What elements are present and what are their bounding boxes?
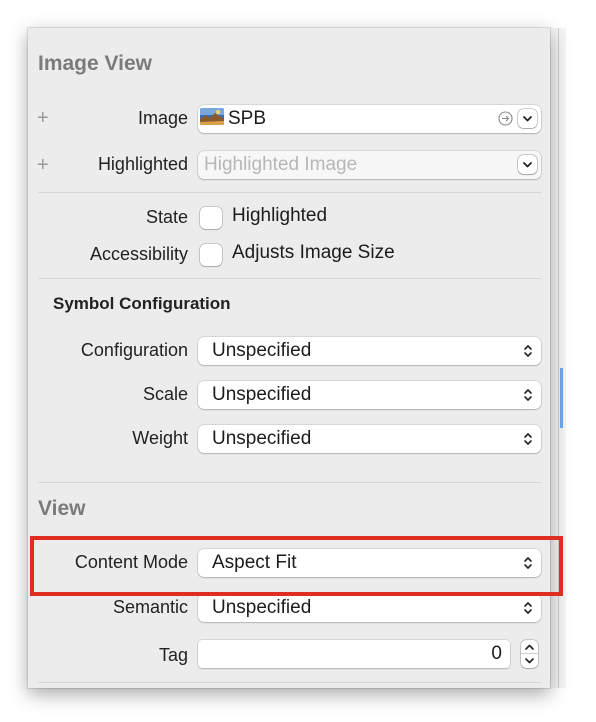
stepper-icon — [525, 644, 534, 664]
semantic-value: Unspecified — [212, 597, 312, 618]
highlighted-image-placeholder: Highlighted Image — [204, 154, 358, 175]
adjusts-image-size-label[interactable]: Adjusts Image Size — [232, 242, 395, 264]
updown-chevron-icon — [524, 433, 532, 445]
chevron-down-icon[interactable] — [518, 109, 537, 128]
section-title-image-view: Image View — [38, 52, 153, 75]
scale-label: Scale — [142, 384, 188, 404]
image-label: Image — [137, 108, 188, 128]
divider — [38, 482, 541, 483]
semantic-label: Semantic — [112, 597, 188, 617]
go-arrow-icon[interactable] — [498, 111, 513, 126]
semantic-popup[interactable]: Unspecified — [198, 594, 541, 622]
divider — [38, 278, 541, 279]
plus-icon[interactable]: + — [37, 154, 49, 177]
highlighted-checkbox[interactable] — [200, 207, 222, 229]
updown-chevron-icon — [524, 345, 532, 357]
highlighted-image-combo[interactable]: Highlighted Image — [198, 151, 541, 179]
divider — [38, 192, 541, 193]
tag-label: Tag — [158, 645, 188, 665]
weight-label: Weight — [132, 428, 188, 448]
updown-chevron-icon — [524, 602, 532, 614]
accessibility-label: Accessibility — [89, 244, 188, 264]
highlighted-checkbox-label[interactable]: Highlighted — [232, 205, 327, 227]
divider — [38, 682, 541, 683]
chevron-down-icon[interactable] — [518, 155, 537, 174]
updown-chevron-icon — [524, 389, 532, 401]
section-title-view: View — [38, 497, 86, 520]
weight-value: Unspecified — [212, 428, 312, 449]
plus-icon[interactable]: + — [37, 107, 49, 130]
stepper-divider — [521, 653, 538, 654]
tag-value: 0 — [491, 643, 502, 664]
adjusts-image-size-checkbox[interactable] — [200, 244, 222, 266]
scale-value: Unspecified — [212, 384, 312, 405]
tag-field[interactable]: 0 — [198, 640, 510, 668]
configuration-label: Configuration — [80, 340, 188, 360]
configuration-popup[interactable]: Unspecified — [198, 337, 541, 365]
configuration-value: Unspecified — [212, 340, 312, 361]
image-combo[interactable]: SPB — [198, 105, 541, 133]
weight-popup[interactable]: Unspecified — [198, 425, 541, 453]
selection-accent — [560, 368, 563, 428]
content-mode-highlight — [30, 536, 563, 596]
tag-stepper[interactable] — [521, 640, 538, 668]
symbol-configuration-title: Symbol Configuration — [53, 294, 231, 313]
scale-popup[interactable]: Unspecified — [198, 381, 541, 409]
state-label: State — [145, 207, 188, 227]
image-value: SPB — [228, 108, 267, 129]
image-thumbnail-icon — [200, 108, 224, 125]
highlighted-label: Highlighted — [97, 154, 188, 174]
